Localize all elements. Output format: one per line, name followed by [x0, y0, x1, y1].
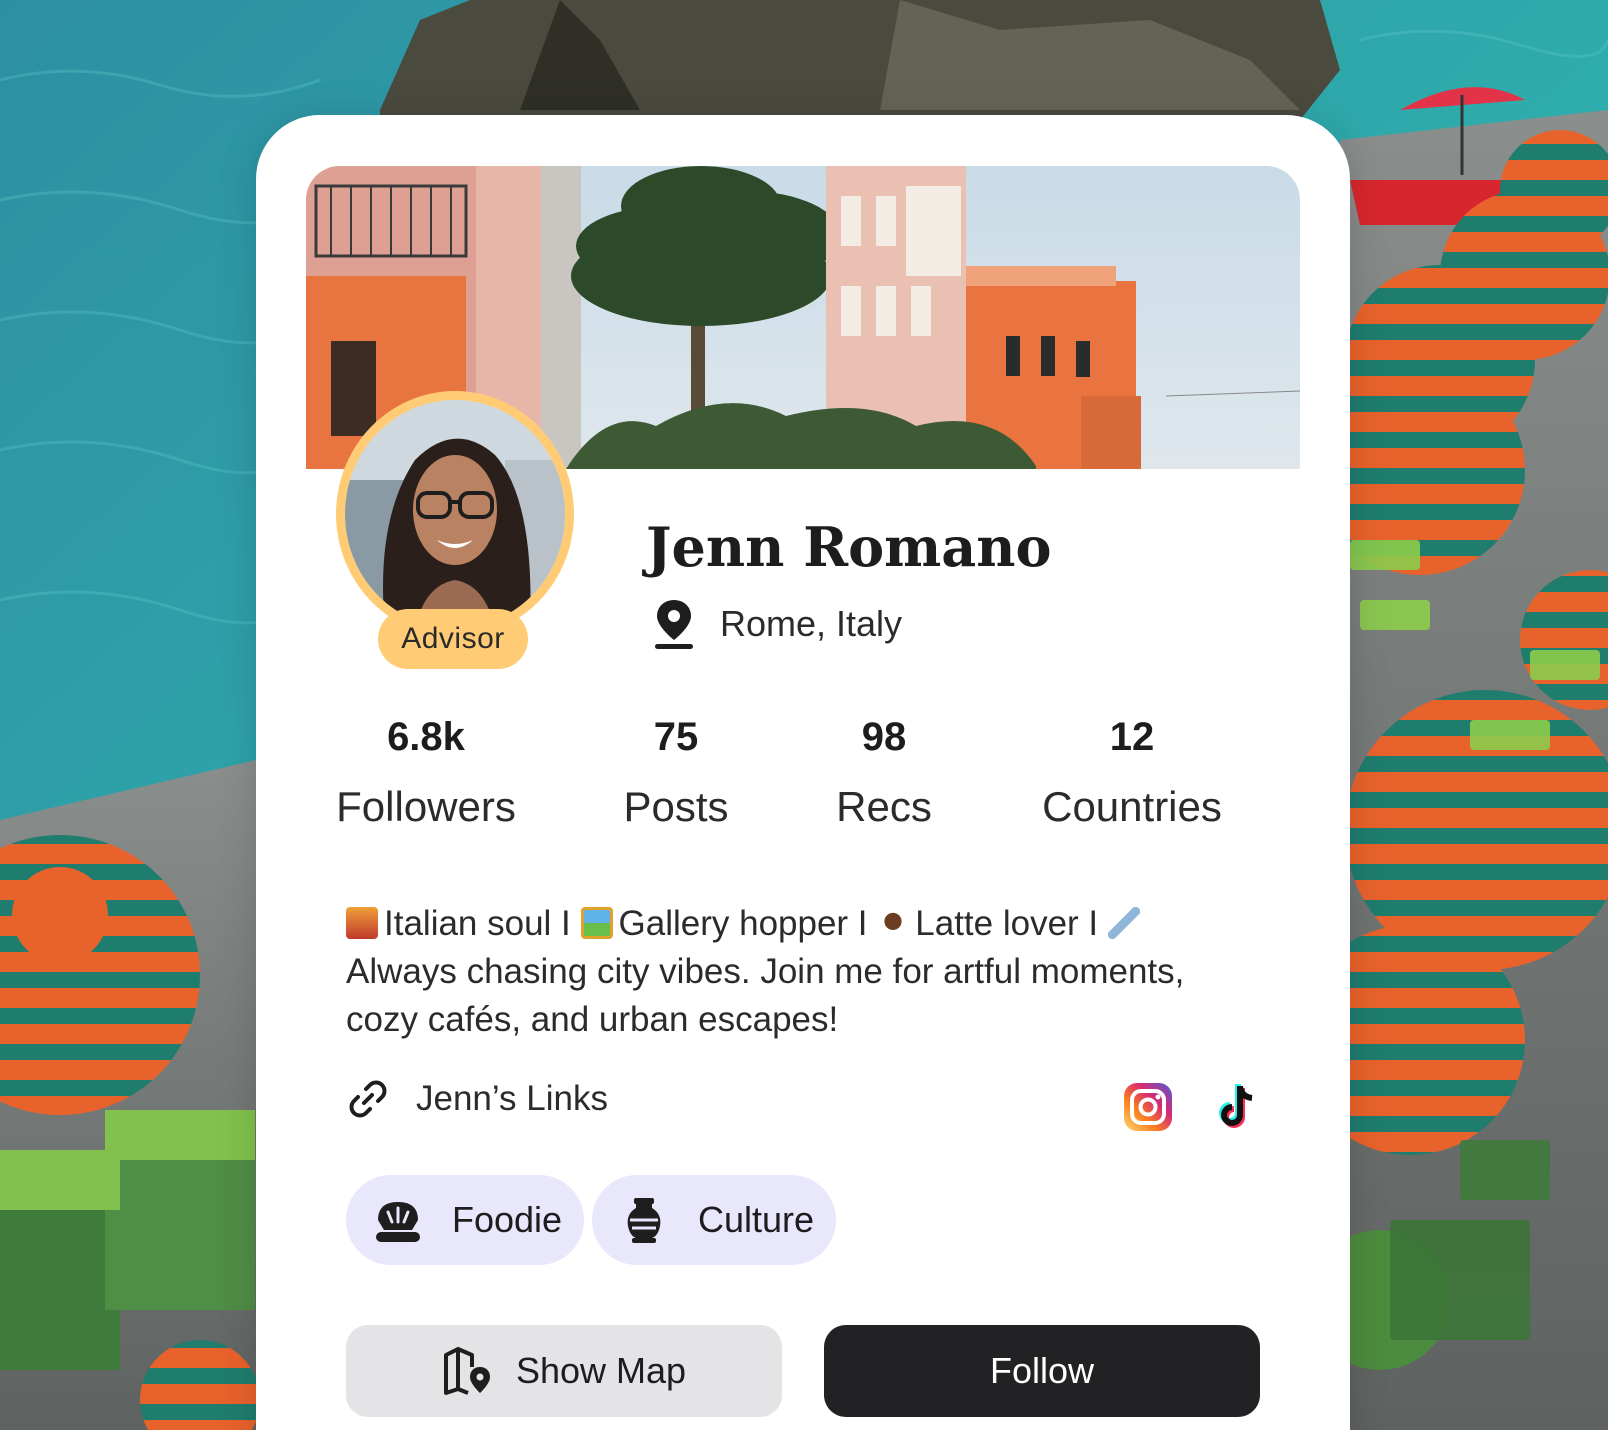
tag-foodie[interactable]: Foodie: [346, 1175, 585, 1265]
bio-text: Italian soul I Gallery hopper I Latte lo…: [346, 900, 1276, 1044]
bio-part: Latte lover I: [915, 904, 1099, 943]
avatar-container: Advisor: [336, 391, 576, 669]
links-label: Jenn’s Links: [416, 1079, 608, 1118]
coffee-emoji-icon: [877, 907, 910, 939]
bio-line-2: Always chasing city vibes. Join me for a…: [346, 952, 1185, 991]
show-map-label: Show Map: [515, 1350, 687, 1391]
stat-recs[interactable]: 98 Recs: [836, 713, 932, 833]
bio-line-1: Italian soul I Gallery hopper I Latte lo…: [346, 900, 1276, 948]
airplane-emoji-icon: [1107, 907, 1140, 939]
vase-icon: [627, 1198, 661, 1243]
show-map-button[interactable]: Show Map: [346, 1325, 782, 1417]
bio-part: Gallery hopper I: [618, 904, 868, 943]
location-text: Rome, Italy: [720, 603, 903, 644]
location-row: Rome, Italy: [652, 598, 902, 650]
bio-line-3: cozy cafés, and urban escapes!: [346, 1000, 839, 1039]
cityscape-emoji-icon: [346, 907, 378, 939]
stat-value: 12: [1109, 715, 1155, 759]
stat-countries[interactable]: 12 Countries: [1042, 713, 1222, 833]
stat-value: 98: [861, 715, 907, 759]
tag-culture[interactable]: Culture: [592, 1175, 837, 1265]
profile-card: Advisor Jenn Romano Rome, Italy 6.8k Fol…: [256, 115, 1350, 1430]
stat-posts[interactable]: 75 Posts: [623, 713, 728, 833]
profile-name: Jenn Romano: [646, 515, 1052, 579]
advisor-badge: Advisor: [378, 609, 528, 669]
tag-label: Foodie: [452, 1199, 563, 1240]
link-chain-icon: [349, 1080, 387, 1118]
tag-label: Culture: [698, 1199, 815, 1240]
framed-picture-emoji-icon: [580, 907, 613, 939]
stat-label: Posts: [623, 783, 729, 830]
avatar[interactable]: [336, 391, 574, 637]
tiktok-icon[interactable]: [1210, 1081, 1262, 1133]
stat-value: 75: [653, 715, 699, 759]
location-pin-icon: [655, 600, 693, 649]
bio-part: Italian soul I: [384, 904, 571, 943]
stat-value: 6.8k: [387, 715, 465, 759]
links-row[interactable]: Jenn’s Links: [346, 1077, 608, 1121]
stat-label: Recs: [836, 783, 932, 830]
stat-label: Followers: [336, 783, 516, 830]
instagram-icon[interactable]: [1122, 1081, 1174, 1133]
stat-label: Countries: [1042, 783, 1222, 830]
follow-button[interactable]: Follow: [824, 1325, 1260, 1417]
stat-followers[interactable]: 6.8k Followers: [336, 713, 516, 833]
map-pin-icon: [443, 1347, 490, 1395]
bread-icon: [376, 1202, 420, 1242]
stats-row: 6.8k Followers 75 Posts 98 Recs 12 Count…: [336, 713, 1276, 853]
